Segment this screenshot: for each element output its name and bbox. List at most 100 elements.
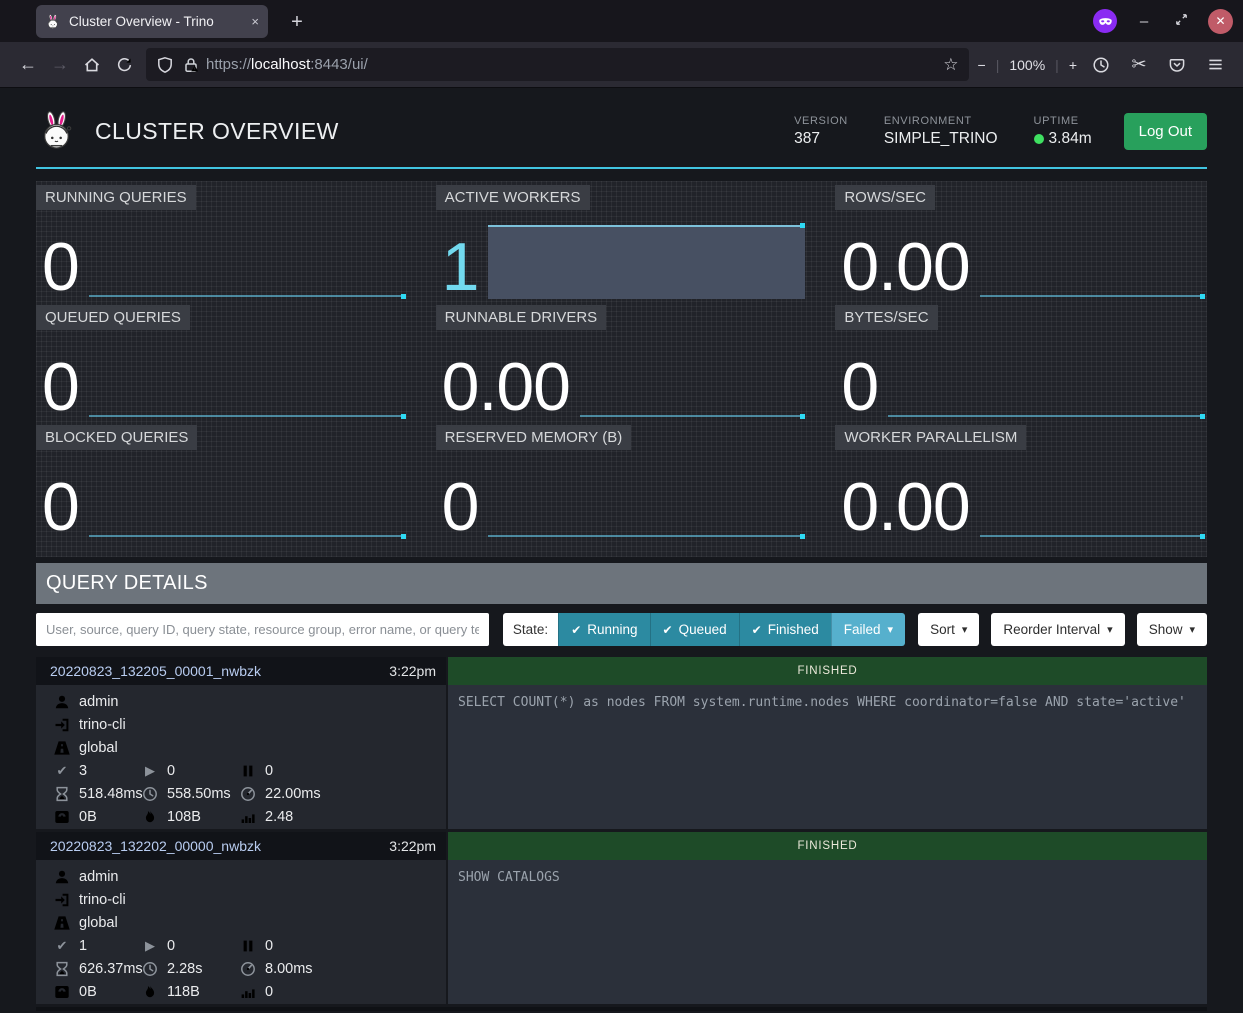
trino-favicon [45, 14, 61, 30]
execution-time: 22.00ms [265, 786, 321, 802]
stat-label: QUEUED QUERIES [36, 305, 190, 330]
bookmark-star-icon[interactable]: ☆ [943, 55, 958, 75]
equalizer-icon [240, 984, 256, 1000]
history-button[interactable] [1085, 49, 1117, 81]
restore-icon [1174, 12, 1189, 27]
history-clock-icon [1092, 56, 1110, 74]
state-filter-running[interactable]: ✔Running [558, 613, 649, 646]
query-time: 3:22pm [389, 838, 436, 854]
completed-splits: 1 [79, 938, 87, 954]
pause-icon [240, 938, 256, 954]
show-dropdown[interactable]: Show▾ [1137, 613, 1207, 646]
logout-button[interactable]: Log Out [1124, 113, 1207, 150]
query-id-link[interactable]: 20220823_132205_00001_nwbzk [50, 663, 261, 679]
query-time: 3:22pm [389, 663, 436, 679]
cpu-time: 558.50ms [167, 786, 231, 802]
back-button[interactable]: ← [12, 49, 44, 81]
url-bar[interactable]: https://localhost:8443/ui/ ☆ [146, 48, 969, 81]
stat-label: BLOCKED QUERIES [36, 425, 197, 450]
query-details-title: QUERY DETAILS [46, 572, 208, 595]
fire-icon [142, 809, 158, 825]
stat-tile-bytes-sec: BYTES/SEC 0 [835, 301, 1207, 421]
stat-tile-worker-parallelism: WORKER PARALLELISM 0.00 [835, 421, 1207, 541]
cumulative-memory: 108B [167, 809, 201, 825]
state-filter-queued[interactable]: ✔Queued [650, 613, 739, 646]
pocket-button[interactable] [1161, 49, 1193, 81]
state-filter-finished[interactable]: ✔Finished [739, 613, 831, 646]
lock-warning-icon[interactable] [182, 56, 200, 74]
road-icon [54, 740, 70, 756]
window-minimize-button[interactable]: – [1134, 13, 1154, 30]
reload-button[interactable] [108, 49, 140, 81]
stat-tile-blocked-queries: BLOCKED QUERIES 0 [36, 421, 408, 541]
query-rate: 2.48 [265, 809, 293, 825]
query-status-badge: FINISHED [448, 832, 1207, 860]
query-search-input[interactable] [36, 613, 489, 646]
stat-sparkline [89, 345, 406, 419]
state-filter-group: State: ✔Running ✔Queued ✔Finished Failed… [503, 613, 905, 646]
query-sql-text: SHOW CATALOGS [458, 869, 1197, 888]
tab-close-icon[interactable]: × [245, 14, 259, 29]
wall-time: 626.37ms [79, 961, 143, 977]
window-restore-button[interactable] [1171, 12, 1191, 31]
stat-label: BYTES/SEC [835, 305, 937, 330]
zoom-out-button[interactable]: − [978, 57, 986, 73]
query-status-badge: FINISHED [448, 657, 1207, 685]
query-resource-group: global [79, 740, 118, 756]
reorder-interval-dropdown[interactable]: Reorder Interval▾ [991, 613, 1124, 646]
url-text: https://localhost:8443/ui/ [206, 56, 943, 73]
current-memory: 0B [79, 809, 97, 825]
query-meta-panel: admin trino-cli global ✔3 ▶0 0 518.48ms … [36, 685, 446, 829]
shield-icon[interactable] [156, 56, 174, 74]
stat-sparkline [580, 345, 805, 419]
stat-label: ROWS/SEC [835, 185, 935, 210]
menu-button[interactable] [1199, 49, 1231, 81]
stat-value: 0 [841, 356, 878, 419]
query-id-link[interactable]: 20220823_132202_00000_nwbzk [50, 838, 261, 854]
stat-tile-running-queries: RUNNING QUERIES 0 [36, 181, 408, 301]
scale-icon [54, 984, 70, 1000]
zoom-in-button[interactable]: + [1069, 57, 1077, 73]
forward-button[interactable]: → [44, 49, 76, 81]
query-resource-group: global [79, 915, 118, 931]
browser-tab[interactable]: Cluster Overview - Trino × [36, 5, 268, 38]
sort-dropdown[interactable]: Sort▾ [918, 613, 979, 646]
stat-sparkline [89, 465, 406, 539]
stat-tile-active-workers: ACTIVE WORKERS 1 [436, 181, 808, 301]
uptime-status-dot [1034, 134, 1044, 144]
state-filter-failed-dropdown[interactable]: Failed▾ [831, 613, 905, 646]
sign-in-icon [54, 717, 70, 733]
clock-icon [142, 786, 158, 802]
stat-value: 0 [42, 476, 79, 539]
window-close-button[interactable]: ✕ [1208, 9, 1233, 34]
cluster-overview-header: CLUSTER OVERVIEW VERSION 387 ENVIRONMENT… [36, 88, 1207, 169]
query-rate: 0 [265, 984, 273, 1000]
query-source: trino-cli [79, 892, 126, 908]
reload-icon [116, 56, 133, 73]
zoom-level[interactable]: 100% [1009, 57, 1045, 73]
next-row-edge [36, 1007, 1207, 1011]
sign-in-icon [54, 892, 70, 908]
fire-icon [142, 984, 158, 1000]
running-splits: 0 [167, 763, 175, 779]
stat-label: RESERVED MEMORY (B) [436, 425, 632, 450]
stat-value: 0.00 [841, 476, 969, 539]
state-filter-label: State: [503, 613, 558, 646]
stat-sparkline [980, 465, 1205, 539]
page-title: CLUSTER OVERVIEW [95, 118, 339, 145]
stat-value: 0 [42, 356, 79, 419]
screenshot-button[interactable]: ✂ [1123, 49, 1155, 81]
queued-splits: 0 [265, 763, 273, 779]
completed-splits: 3 [79, 763, 87, 779]
query-text-panel: SELECT COUNT(*) as nodes FROM system.run… [448, 685, 1207, 829]
query-text-panel: SHOW CATALOGS [448, 860, 1207, 1004]
caret-down-icon: ▾ [962, 623, 968, 636]
uptime-block: UPTIME 3.84m [1034, 115, 1092, 148]
browser-toolbar: ← → https://localhost:8443/ui/ ☆ − | 100… [0, 42, 1243, 88]
new-tab-button[interactable]: + [283, 8, 311, 36]
query-sql-text: SELECT COUNT(*) as nodes FROM system.run… [458, 694, 1197, 713]
query-row: 20220823_132202_00000_nwbzk 3:22pm FINIS… [36, 832, 1207, 1004]
user-icon [54, 869, 70, 885]
home-button[interactable] [76, 49, 108, 81]
stat-label: RUNNABLE DRIVERS [436, 305, 607, 330]
